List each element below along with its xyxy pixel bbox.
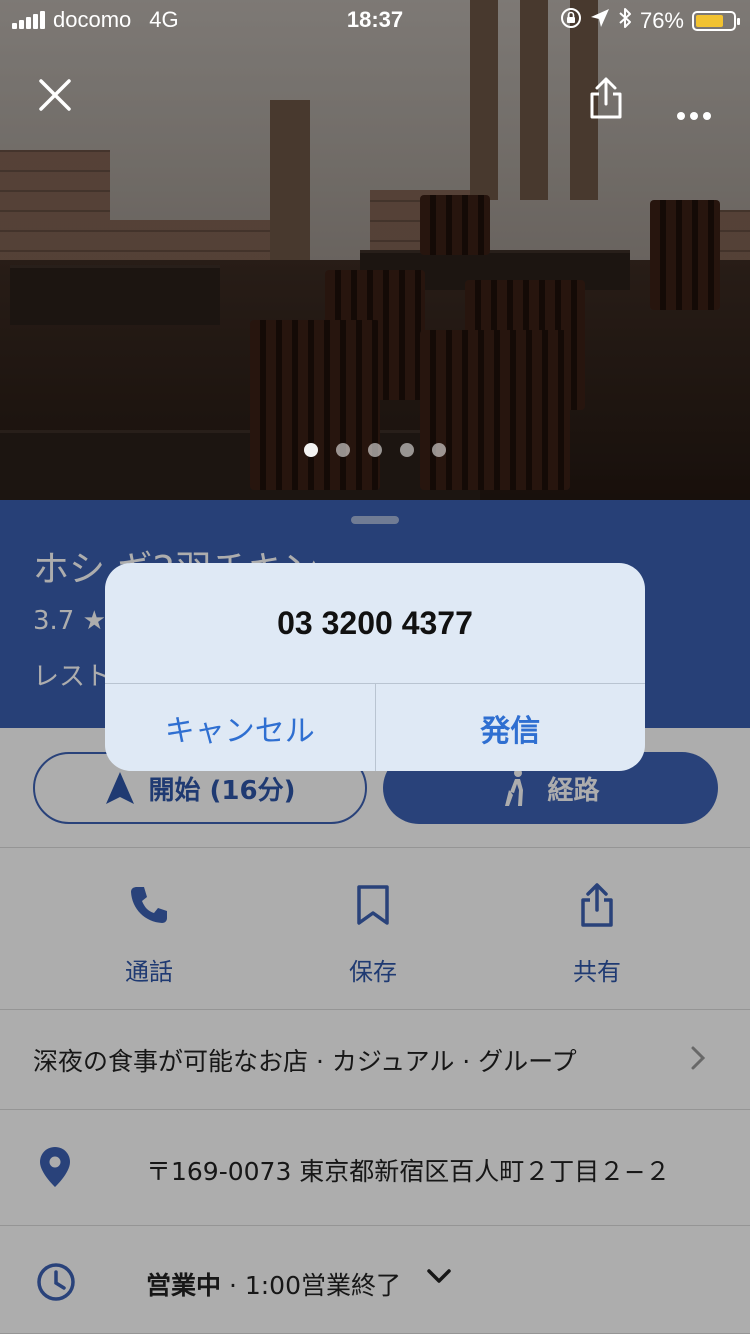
gallery-dot[interactable] xyxy=(432,443,446,457)
dial-button[interactable]: 発信 xyxy=(376,684,646,771)
close-icon[interactable] xyxy=(38,78,72,118)
share-photo-icon[interactable] xyxy=(588,76,624,126)
location-arrow-icon xyxy=(590,8,610,34)
status-bar: docomo 4G 18:37 76% xyxy=(0,0,750,40)
battery-percent: 76% xyxy=(639,8,684,33)
gallery-dot[interactable] xyxy=(400,443,414,457)
gallery-dot[interactable] xyxy=(336,443,350,457)
dialog-phone-number: 03 3200 4377 xyxy=(105,563,645,684)
orientation-lock-icon xyxy=(560,7,582,35)
bluetooth-icon xyxy=(618,7,632,35)
battery-icon xyxy=(692,11,740,31)
photo-shade xyxy=(0,0,750,500)
gallery-dot[interactable] xyxy=(304,443,318,457)
cancel-button[interactable]: キャンセル xyxy=(105,684,376,771)
gallery-pagination xyxy=(0,443,750,457)
place-photo[interactable] xyxy=(0,0,750,500)
gallery-dot[interactable] xyxy=(368,443,382,457)
call-confirmation-dialog: 03 3200 4377 キャンセル 発信 xyxy=(105,563,645,771)
more-options-icon[interactable] xyxy=(676,90,712,128)
